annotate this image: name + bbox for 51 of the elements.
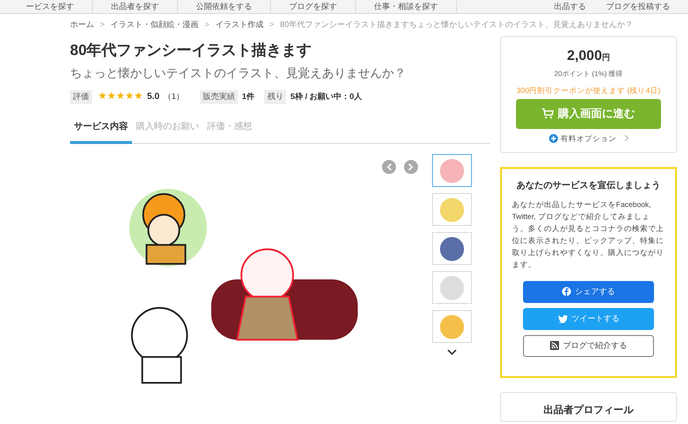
thumbnail[interactable] bbox=[432, 193, 472, 226]
price: 2,000 bbox=[566, 46, 602, 65]
star-icon: ★ bbox=[98, 92, 107, 102]
nav-link[interactable]: 仕事・相談を探す bbox=[356, 0, 457, 12]
thumbnail[interactable] bbox=[432, 232, 472, 265]
thumbnail[interactable] bbox=[432, 154, 472, 187]
nav-link[interactable]: ブログを投稿する bbox=[596, 0, 680, 12]
bird-icon bbox=[558, 314, 568, 322]
rating-count: （1） bbox=[164, 90, 184, 102]
profile-title: 出品者プロフィール bbox=[544, 403, 634, 418]
meta-label: 評価 bbox=[70, 90, 92, 104]
rating-value: 5.0 bbox=[147, 90, 160, 103]
star-icon: ★ bbox=[107, 92, 116, 102]
nav-link[interactable]: 公開依頼をする bbox=[178, 0, 271, 12]
previous-button[interactable] bbox=[382, 160, 396, 174]
remaining-slots: 5枠 / お願い中：0人 bbox=[290, 90, 362, 102]
thumbnail[interactable] bbox=[432, 271, 472, 304]
star-icon: ★ bbox=[134, 92, 143, 102]
plus-icon bbox=[548, 134, 558, 143]
nav-link[interactable]: ービスを探す bbox=[8, 0, 93, 12]
thumbnail[interactable] bbox=[432, 310, 472, 343]
breadcrumb-link[interactable]: イラスト作成 bbox=[215, 19, 264, 31]
promo-title: あなたのサービスを宣伝しましょう bbox=[516, 179, 660, 192]
facebook-button[interactable]: シェアする bbox=[523, 280, 654, 302]
chevron-right-icon bbox=[624, 134, 628, 142]
cart-icon bbox=[542, 108, 554, 120]
next-button[interactable] bbox=[404, 160, 418, 174]
nav-link[interactable]: ブログを探す bbox=[271, 0, 356, 12]
sales-count: 1件 bbox=[242, 90, 254, 102]
breadcrumb-link[interactable]: イラスト・似顔絵・漫画 bbox=[110, 19, 199, 31]
breadcrumb-separator: > bbox=[100, 19, 105, 31]
meta-label: 販売実績 bbox=[200, 90, 238, 104]
nav-link[interactable]: 出品者を探す bbox=[93, 0, 178, 12]
currency: 円 bbox=[602, 52, 610, 64]
star-icon: ★ bbox=[116, 92, 125, 102]
chevron-right-icon bbox=[408, 163, 414, 171]
breadcrumb-separator: > bbox=[269, 19, 274, 31]
breadcrumb-link[interactable]: ホーム bbox=[70, 19, 94, 31]
current-page-title: 80年代ファンシーイラスト描きますちょっと懐かしいテイストのイラスト、見覚えありませんか？ bbox=[280, 19, 633, 31]
service-title: 80年代ファンシーイラスト描きます bbox=[70, 41, 313, 61]
tab[interactable]: サービス内容 bbox=[70, 120, 132, 144]
rss-icon bbox=[550, 341, 559, 350]
chevron-left-icon bbox=[386, 163, 392, 171]
blog-button[interactable]: ブログで紹介する bbox=[523, 334, 654, 356]
breadcrumb-separator: > bbox=[204, 19, 210, 31]
star-icon: ★ bbox=[125, 92, 134, 102]
meta-label: 残り bbox=[264, 90, 286, 104]
service-subtitle: ちょっと懐かしいテイストのイラスト、見覚えありませんか？ bbox=[70, 64, 407, 82]
nav-link[interactable]: 出品する bbox=[544, 0, 596, 12]
chevron-down-icon[interactable] bbox=[447, 349, 457, 355]
facebook-icon bbox=[562, 287, 571, 296]
